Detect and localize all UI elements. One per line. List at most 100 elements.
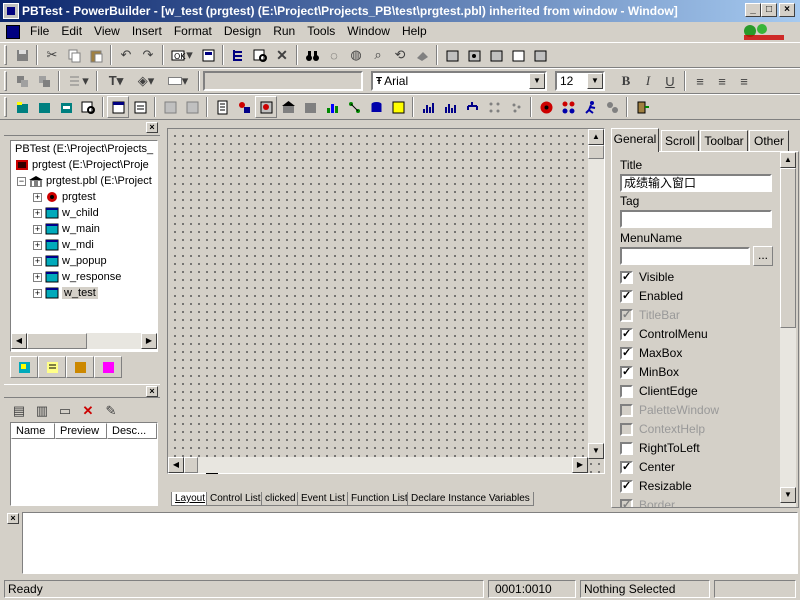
expand-icon[interactable]: + xyxy=(33,256,42,266)
toolbar-grip[interactable] xyxy=(4,71,7,91)
menu-help[interactable]: Help xyxy=(396,23,433,40)
list-view[interactable]: Name Preview Desc... xyxy=(10,422,158,506)
scroll-up-button[interactable]: ▲ xyxy=(588,129,604,145)
column-header-name[interactable]: Name xyxy=(11,423,55,439)
align-right-icon[interactable]: ≡ xyxy=(733,70,755,92)
menuname-input[interactable] xyxy=(620,247,750,265)
maximize-button[interactable]: □ xyxy=(761,3,777,17)
font-name-combo[interactable]: Ŧ Arial ▼ xyxy=(371,71,547,91)
checkbox-box[interactable]: ✓ xyxy=(620,289,633,303)
menu-design[interactable]: Design xyxy=(218,23,267,40)
step-icon[interactable] xyxy=(557,96,579,118)
menu-edit[interactable]: Edit xyxy=(55,23,88,40)
tree-item-object-selected[interactable]: + w_test xyxy=(11,285,157,301)
user-object-icon[interactable] xyxy=(255,96,277,118)
checkbox-controlmenu[interactable]: ✓ ControlMenu xyxy=(620,326,708,342)
tree-item-object[interactable]: + w_child xyxy=(11,205,157,221)
scatter-icon[interactable] xyxy=(505,96,527,118)
document-icon[interactable] xyxy=(6,24,20,39)
align-icon[interactable] xyxy=(11,70,33,92)
font-name-dropdown[interactable]: ▼ xyxy=(529,73,545,89)
align-left-icon[interactable]: ≡ xyxy=(689,70,711,92)
copy-icon[interactable] xyxy=(63,44,85,66)
checkbox-center[interactable]: ✓ Center xyxy=(620,459,675,475)
tree-icon[interactable] xyxy=(227,44,249,66)
checkbox-clientedge[interactable]: ClientEdge xyxy=(620,383,698,399)
checkbox-box[interactable]: ✓ xyxy=(620,479,633,493)
checkbox-enabled[interactable]: ✓ Enabled xyxy=(620,288,683,304)
app-icon[interactable] xyxy=(3,3,19,19)
tab-workspace[interactable] xyxy=(10,356,38,378)
tab-event-list[interactable]: Event List xyxy=(297,492,349,506)
binoculars-icon[interactable] xyxy=(301,44,323,66)
collapse-icon[interactable]: − xyxy=(17,176,26,186)
tree-item-target[interactable]: prgtest (E:\Project\Proje xyxy=(11,157,157,173)
toolbar-grip[interactable] xyxy=(4,97,7,117)
datawindow-icon[interactable] xyxy=(211,96,233,118)
scroll-thumb[interactable] xyxy=(780,168,796,328)
cut-icon[interactable]: ✂ xyxy=(41,44,63,66)
building-icon[interactable] xyxy=(277,96,299,118)
canvas-vertical-scrollbar[interactable]: ▲ ▼ xyxy=(588,129,604,459)
italic-button[interactable]: I xyxy=(637,70,659,92)
layout-view-icon[interactable] xyxy=(107,96,129,118)
expand-icon[interactable]: + xyxy=(33,272,42,282)
browse-icon[interactable] xyxy=(249,44,271,66)
tab-declare-instance-variables[interactable]: Declare Instance Variables xyxy=(407,492,534,506)
expand-icon[interactable]: + xyxy=(33,192,42,202)
replace-icon[interactable]: ⟲ xyxy=(389,44,411,66)
find-icon[interactable]: ⌕ xyxy=(367,44,389,66)
checkbox-righttoleft[interactable]: RightToLeft xyxy=(620,440,700,456)
tab-scroll[interactable]: Scroll xyxy=(661,130,699,152)
open-icon[interactable] xyxy=(55,96,77,118)
scroll-thumb[interactable] xyxy=(27,333,87,349)
dots-icon[interactable] xyxy=(483,96,505,118)
checkbox-box[interactable]: ✓ xyxy=(620,270,633,284)
checkbox-resizable[interactable]: ✓ Resizable xyxy=(620,478,692,494)
event-icon[interactable] xyxy=(181,96,203,118)
exit-door-icon[interactable] xyxy=(631,96,653,118)
toolbar-grip[interactable] xyxy=(4,45,7,65)
scroll-left-button[interactable]: ◀ xyxy=(11,333,27,349)
minimize-button[interactable]: _ xyxy=(745,3,761,17)
run-icon[interactable] xyxy=(485,44,507,66)
pipeline-icon[interactable] xyxy=(233,96,255,118)
space-icon[interactable] xyxy=(33,70,55,92)
menuname-browse-button[interactable]: ... xyxy=(753,246,773,266)
tab-function-list[interactable]: Function List xyxy=(347,492,412,506)
checkbox-box[interactable] xyxy=(620,384,633,398)
column-header-description[interactable]: Desc... xyxy=(107,423,157,439)
column-header-preview[interactable]: Preview xyxy=(55,423,107,439)
properties-view-icon[interactable] xyxy=(129,96,151,118)
menu-window[interactable]: Window xyxy=(341,23,396,40)
scroll-down-button[interactable]: ▼ xyxy=(780,487,796,503)
scroll-left-button[interactable]: ◀ xyxy=(168,457,184,473)
expand-icon[interactable]: + xyxy=(33,208,42,218)
tab-objects[interactable] xyxy=(66,356,94,378)
scroll-down-button[interactable]: ▼ xyxy=(588,443,604,459)
tab-layout[interactable]: Layout xyxy=(171,492,210,506)
font-size-dropdown[interactable]: ▼ xyxy=(587,73,603,89)
panel-close-button[interactable]: × xyxy=(146,386,158,397)
delete-icon[interactable]: ✕ xyxy=(77,400,99,422)
scroll-thumb[interactable] xyxy=(184,457,198,473)
tab-notes[interactable] xyxy=(38,356,66,378)
chart-icon[interactable] xyxy=(417,96,439,118)
tag-input[interactable] xyxy=(620,210,772,228)
tab-components[interactable] xyxy=(94,356,122,378)
deploy-icon[interactable] xyxy=(441,44,463,66)
border-style-icon[interactable]: ▾ xyxy=(161,70,195,92)
checkbox-box[interactable]: ✓ xyxy=(620,327,633,341)
title-bar[interactable]: PBTest - PowerBuilder - [w_test (prgtest… xyxy=(0,0,800,22)
close-button[interactable]: × xyxy=(779,3,795,17)
script-icon[interactable] xyxy=(159,96,181,118)
checkbox-box[interactable] xyxy=(620,441,633,455)
bold-button[interactable]: B xyxy=(615,70,637,92)
menu-file[interactable]: File xyxy=(24,23,55,40)
preview-icon[interactable] xyxy=(77,96,99,118)
tree-view-icon[interactable] xyxy=(461,96,483,118)
edit-icon[interactable]: ✎ xyxy=(100,400,122,422)
tree-item-pbl[interactable]: − prgtest.pbl (E:\Project xyxy=(11,173,157,189)
copy-icon[interactable]: ▥ xyxy=(31,400,53,422)
checkbox-minbox[interactable]: ✓ MinBox xyxy=(620,364,679,380)
